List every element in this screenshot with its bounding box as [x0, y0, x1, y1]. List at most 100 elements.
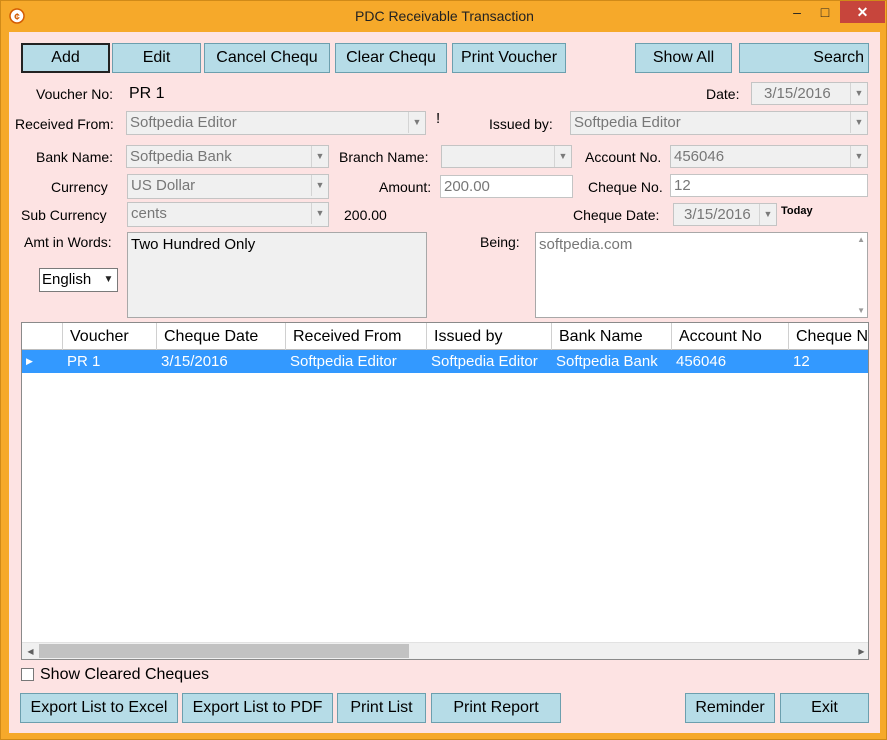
close-button[interactable]: ✕ [840, 1, 885, 23]
search-button[interactable]: Search [739, 43, 869, 73]
scroll-left-icon[interactable]: ◀ [22, 643, 39, 659]
column-header[interactable]: Cheque Date [157, 323, 286, 350]
minimize-button[interactable]: – [787, 1, 807, 23]
required-marker: ! [436, 110, 441, 127]
issued-by-label: Issued by: [489, 116, 553, 132]
app-window: ¢ PDC Receivable Transaction – □ ✕ Add E… [0, 0, 887, 740]
reminder-button[interactable]: Reminder [685, 693, 775, 723]
date-label: Date: [706, 86, 740, 102]
currency-combo[interactable]: US Dollar ▼ [127, 174, 329, 199]
voucher-no-label: Voucher No: [36, 86, 114, 102]
cheque-date-value: 3/15/2016 [684, 206, 751, 223]
row-pointer-icon: ▶ [26, 356, 33, 366]
table-cell: Softpedia Editor [290, 353, 397, 370]
issued-by-combo[interactable]: Softpedia Editor ▼ [570, 111, 868, 135]
exit-button[interactable]: Exit [780, 693, 869, 723]
language-value: English [42, 271, 92, 288]
scroll-right-icon[interactable]: ▶ [853, 643, 868, 659]
show-all-button[interactable]: Show All [635, 43, 732, 73]
amt-in-words-label: Amt in Words: [24, 234, 112, 250]
cheque-no-label: Cheque No. [588, 179, 663, 195]
print-report-button[interactable]: Print Report [431, 693, 561, 723]
account-no-combo[interactable]: 456046 ▼ [670, 145, 868, 168]
branch-name-combo[interactable]: ▼ [441, 145, 572, 168]
grid-header: Voucher Cheque Date Received From Issued… [22, 323, 868, 350]
transactions-grid[interactable]: Voucher Cheque Date Received From Issued… [21, 322, 869, 660]
currency-value: US Dollar [131, 177, 196, 194]
sub-currency-combo[interactable]: cents ▼ [127, 202, 329, 227]
sub-currency-value: cents [131, 205, 167, 222]
chevron-down-icon[interactable]: ▼ [857, 306, 865, 315]
branch-name-label: Branch Name: [339, 149, 429, 165]
table-row[interactable]: ▶ PR 1 3/15/2016 Softpedia Editor Softpe… [22, 350, 868, 373]
voucher-no-value: PR 1 [129, 85, 165, 102]
chevron-down-icon[interactable]: ▼ [759, 204, 776, 225]
received-from-label: Received From: [15, 116, 114, 132]
column-header[interactable]: Received From [286, 323, 427, 350]
bank-name-label: Bank Name: [36, 149, 114, 165]
maximize-button[interactable]: □ [815, 1, 835, 23]
sub-amount-value: 200.00 [344, 207, 387, 223]
table-cell: 3/15/2016 [161, 353, 228, 370]
window-title: PDC Receivable Transaction [355, 8, 534, 24]
amount-label: Amount: [379, 179, 432, 195]
chevron-down-icon[interactable]: ▼ [850, 112, 867, 133]
client-area: Add Edit Cancel Chequ Clear Chequ Print … [9, 32, 880, 733]
account-no-label: Account No. [585, 149, 662, 165]
chevron-down-icon[interactable]: ▼ [408, 112, 425, 133]
cheque-date-label: Cheque Date: [573, 207, 660, 223]
export-excel-button[interactable]: Export List to Excel [20, 693, 178, 723]
column-header[interactable]: Cheque No [789, 323, 868, 350]
table-cell: 456046 [676, 353, 727, 370]
chevron-up-icon[interactable]: ▲ [857, 235, 865, 244]
received-from-value: Softpedia Editor [130, 114, 237, 131]
column-header[interactable]: Voucher [63, 323, 157, 350]
table-cell: Softpedia Bank [556, 353, 658, 370]
table-cell: PR 1 [67, 353, 101, 370]
chevron-down-icon[interactable]: ▼ [311, 146, 328, 167]
being-label: Being: [480, 234, 520, 250]
amount-input[interactable]: 200.00 [440, 175, 573, 198]
show-cleared-label: Show Cleared Cheques [40, 666, 209, 683]
language-select[interactable]: English ▼ [39, 268, 118, 292]
title-bar[interactable]: ¢ PDC Receivable Transaction – □ ✕ [1, 1, 887, 32]
chevron-down-icon[interactable]: ▼ [850, 146, 867, 167]
being-textarea[interactable]: softpedia.com ▲ ▼ [535, 232, 868, 318]
bank-name-value: Softpedia Bank [130, 148, 232, 165]
date-picker[interactable]: 3/15/2016 ▼ [751, 82, 868, 105]
chevron-down-icon[interactable]: ▼ [554, 146, 571, 167]
export-pdf-button[interactable]: Export List to PDF [182, 693, 333, 723]
chevron-down-icon[interactable]: ▼ [311, 175, 328, 196]
column-header[interactable]: Bank Name [552, 323, 672, 350]
clear-cheque-button[interactable]: Clear Chequ [335, 43, 447, 73]
amt-in-words-text: Two Hundred Only [127, 232, 427, 318]
being-value: softpedia.com [539, 236, 633, 253]
scrollbar-thumb[interactable] [39, 644, 409, 658]
chevron-down-icon[interactable]: ▼ [311, 203, 328, 224]
search-button-label: Search [813, 49, 864, 66]
table-cell: Softpedia Editor [431, 353, 538, 370]
account-no-value: 456046 [674, 148, 725, 165]
bank-name-combo[interactable]: Softpedia Bank ▼ [126, 145, 329, 168]
cheque-date-picker[interactable]: 3/15/2016 ▼ [673, 203, 777, 226]
print-voucher-button[interactable]: Print Voucher [452, 43, 566, 73]
currency-label: Currency [51, 179, 108, 195]
sub-currency-label: Sub Currency [21, 207, 107, 223]
show-cleared-checkbox[interactable] [21, 668, 34, 681]
edit-button[interactable]: Edit [112, 43, 201, 73]
print-list-button[interactable]: Print List [337, 693, 426, 723]
column-header[interactable]: Issued by [427, 323, 552, 350]
add-button[interactable]: Add [21, 43, 110, 73]
issued-by-value: Softpedia Editor [574, 114, 681, 131]
row-header-corner [22, 323, 63, 350]
chevron-down-icon[interactable]: ▼ [850, 83, 867, 104]
cheque-no-input[interactable]: 12 [670, 174, 868, 197]
table-cell: 12 [793, 353, 810, 370]
column-header[interactable]: Account No [672, 323, 789, 350]
received-from-combo[interactable]: Softpedia Editor ▼ [126, 111, 426, 135]
chevron-down-icon[interactable]: ▼ [100, 269, 117, 290]
date-value: 3/15/2016 [764, 85, 831, 102]
horizontal-scrollbar[interactable]: ◀ ▶ [22, 642, 868, 659]
today-link[interactable]: Today [781, 205, 813, 217]
cancel-cheque-button[interactable]: Cancel Chequ [204, 43, 330, 73]
